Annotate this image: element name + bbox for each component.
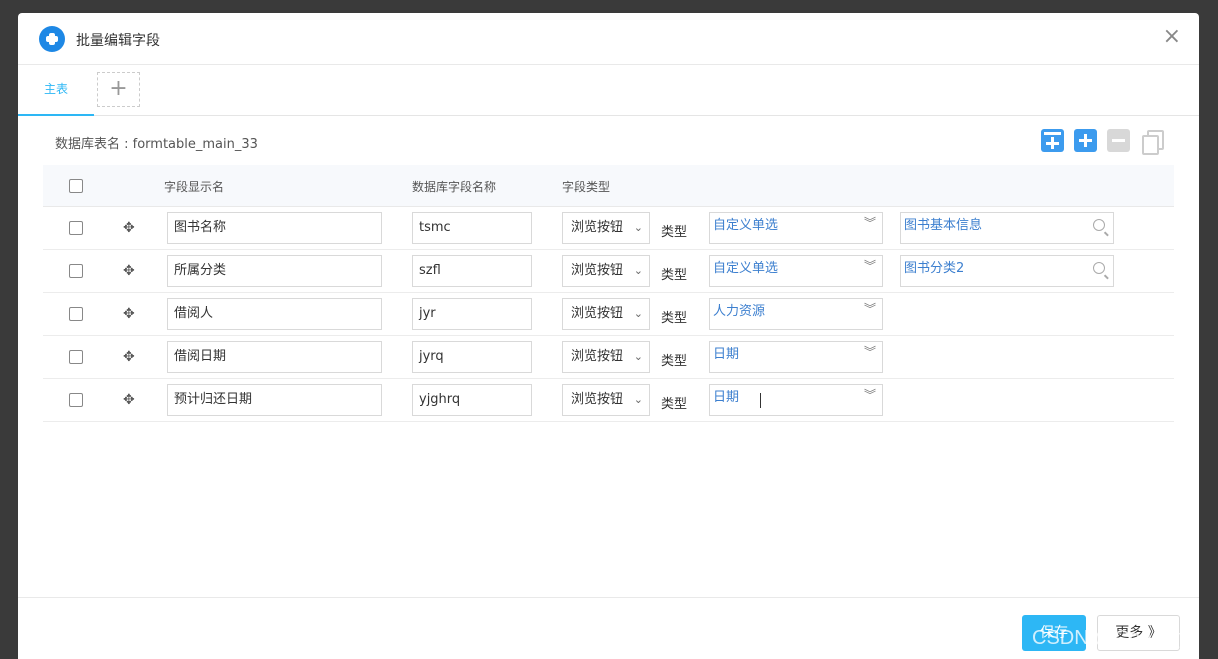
app-logo-icon [39, 26, 65, 52]
header-db-name: 数据库字段名称 [412, 180, 497, 194]
table-name-label: 数据库表名 : formtable_main_33 [55, 137, 258, 152]
row-toolbar [1041, 129, 1164, 155]
drag-handle-icon[interactable]: ✥ [123, 220, 135, 236]
field-type-value: 浏览按钮 [571, 220, 624, 235]
table-row: ✥ 预计归还日期 yjghrq 浏览按钮 ⌄ 类型 日期 ︾ [43, 379, 1174, 422]
select-all-checkbox[interactable] [69, 179, 83, 193]
browse-source-input[interactable]: 图书基本信息 [900, 212, 1114, 244]
double-chevron-down-icon: ︾ [863, 388, 876, 402]
display-name-input[interactable]: 所属分类 [167, 255, 382, 287]
tab-main-table[interactable]: 主表 [18, 65, 94, 116]
field-type-value: 浏览按钮 [571, 306, 624, 321]
drag-handle-icon[interactable]: ✥ [123, 349, 135, 365]
drag-handle-icon[interactable]: ✥ [123, 392, 135, 408]
header-display-name: 字段显示名 [164, 180, 225, 194]
db-name-input[interactable]: szfl [412, 255, 532, 287]
sub-type-select[interactable]: 自定义单选 ︾ [709, 255, 883, 287]
double-chevron-down-icon: ︾ [863, 259, 876, 273]
search-icon[interactable] [1093, 262, 1105, 274]
row-checkbox[interactable] [69, 393, 83, 407]
close-icon[interactable]: × [1163, 26, 1181, 48]
row-checkbox[interactable] [69, 350, 83, 364]
sub-type-select[interactable]: 人力资源 ︾ [709, 298, 883, 330]
chevron-down-icon: ⌄ [633, 307, 643, 320]
info-bar: 数据库表名 : formtable_main_33 [18, 116, 1199, 166]
sub-type-value: 日期 [713, 390, 740, 405]
field-type-select[interactable]: 浏览按钮 ⌄ [562, 341, 650, 373]
field-type-value: 浏览按钮 [571, 263, 624, 278]
row-checkbox[interactable] [69, 221, 83, 235]
sub-type-select[interactable]: 日期 ︾ [709, 384, 883, 416]
sub-type-select[interactable]: 日期 ︾ [709, 341, 883, 373]
sub-type-select[interactable]: 自定义单选 ︾ [709, 212, 883, 244]
text-caret [760, 393, 761, 408]
field-type-select[interactable]: 浏览按钮 ⌄ [562, 384, 650, 416]
drag-handle-icon[interactable]: ✥ [123, 263, 135, 279]
chevron-down-icon: ⌄ [633, 350, 643, 363]
tab-bar: 主表 + [18, 65, 1199, 116]
dialog-title: 批量编辑字段 [76, 33, 160, 49]
type-label: 类型 [661, 311, 688, 326]
db-name-input[interactable]: tsmc [412, 212, 532, 244]
field-type-select[interactable]: 浏览按钮 ⌄ [562, 212, 650, 244]
type-label: 类型 [661, 225, 688, 240]
remove-row-icon[interactable] [1107, 129, 1130, 152]
field-type-select[interactable]: 浏览按钮 ⌄ [562, 255, 650, 287]
browse-source-value: 图书基本信息 [904, 218, 983, 233]
row-checkbox[interactable] [69, 307, 83, 321]
header-field-type: 字段类型 [562, 180, 611, 194]
double-chevron-down-icon: ︾ [863, 216, 876, 230]
row-checkbox[interactable] [69, 264, 83, 278]
display-name-input[interactable]: 图书名称 [167, 212, 382, 244]
browse-source-value: 图书分类2 [904, 261, 965, 276]
more-button[interactable]: 更多 》 [1097, 615, 1180, 651]
field-type-value: 浏览按钮 [571, 349, 624, 364]
table-row: ✥ 所属分类 szfl 浏览按钮 ⌄ 类型 自定义单选 ︾ 图书分类2 [43, 250, 1174, 293]
add-row-icon[interactable] [1074, 129, 1097, 152]
save-button[interactable]: 保存 [1022, 615, 1086, 651]
display-name-input[interactable]: 借阅人 [167, 298, 382, 330]
type-label: 类型 [661, 397, 688, 412]
field-type-value: 浏览按钮 [571, 392, 624, 407]
table-row: ✥ 图书名称 tsmc 浏览按钮 ⌄ 类型 自定义单选 ︾ 图书基本信息 [43, 207, 1174, 250]
sub-type-value: 人力资源 [713, 304, 766, 319]
sub-type-value: 自定义单选 [713, 261, 779, 276]
db-name-input[interactable]: jyr [412, 298, 532, 330]
dialog-titlebar: 批量编辑字段 × [18, 13, 1199, 65]
chevron-down-icon: ⌄ [633, 221, 643, 234]
db-name-input[interactable]: yjghrq [412, 384, 532, 416]
display-name-input[interactable]: 预计归还日期 [167, 384, 382, 416]
display-name-input[interactable]: 借阅日期 [167, 341, 382, 373]
field-type-select[interactable]: 浏览按钮 ⌄ [562, 298, 650, 330]
type-label: 类型 [661, 354, 688, 369]
table-row: ✥ 借阅人 jyr 浏览按钮 ⌄ 类型 人力资源 ︾ [43, 293, 1174, 336]
search-icon[interactable] [1093, 219, 1105, 231]
batch-edit-dialog: 批量编辑字段 × 主表 + 数据库表名 : formtable_main_33 … [18, 13, 1199, 659]
table-row: ✥ 借阅日期 jyrq 浏览按钮 ⌄ 类型 日期 ︾ [43, 336, 1174, 379]
browse-source-input[interactable]: 图书分类2 [900, 255, 1114, 287]
double-chevron-down-icon: ︾ [863, 302, 876, 316]
batch-add-icon[interactable] [1041, 129, 1064, 152]
type-label: 类型 [661, 268, 688, 283]
add-tab-button[interactable]: + [97, 72, 140, 107]
chevron-down-icon: ⌄ [633, 393, 643, 406]
double-chevron-down-icon: ︾ [863, 345, 876, 359]
field-grid: 字段显示名 数据库字段名称 字段类型 ✥ 图书名称 tsmc 浏览按钮 ⌄ 类型 … [43, 165, 1174, 422]
drag-handle-icon[interactable]: ✥ [123, 306, 135, 322]
dialog-footer: 保存 更多 》 [18, 597, 1199, 659]
sub-type-value: 自定义单选 [713, 218, 779, 233]
chevron-down-icon: ⌄ [633, 264, 643, 277]
copy-row-icon[interactable] [1140, 129, 1164, 155]
db-name-input[interactable]: jyrq [412, 341, 532, 373]
sub-type-value: 日期 [713, 347, 740, 362]
grid-header: 字段显示名 数据库字段名称 字段类型 [43, 165, 1174, 207]
